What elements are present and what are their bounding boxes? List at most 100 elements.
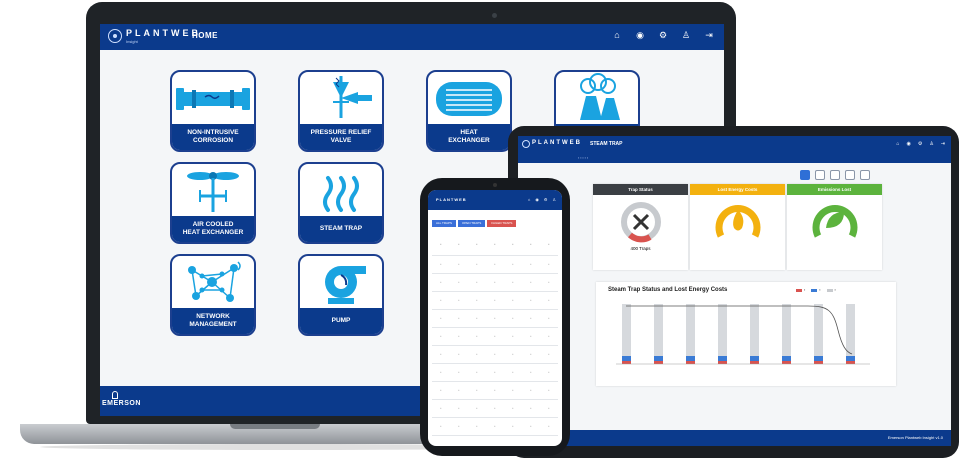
heat-exchanger-icon (436, 82, 502, 116)
chart-legend: ▪ ▪ ▪ (796, 288, 836, 292)
card-title: Lost Energy Costs (690, 184, 785, 195)
card-title: Trap Status (593, 184, 688, 195)
table-header: ▪ ▪ ▪ ▪ ▪ ▪ ▪ (432, 234, 558, 256)
header-icon-bar: ⌂ ◉ ⚙ ♙ ⇥ (612, 30, 714, 40)
lost-energy-card[interactable]: Lost Energy Costs (690, 184, 785, 270)
plantweb-logo-icon[interactable] (522, 140, 530, 148)
calendar-icon[interactable] (830, 170, 840, 180)
globe-icon[interactable]: ◉ (906, 141, 910, 147)
page-title: STEAM TRAP (590, 141, 623, 147)
settings-icon[interactable]: ⚙ (658, 30, 668, 40)
tile-label: NON-INTRUSIVE CORROSION (172, 124, 254, 150)
table-row[interactable]: ▪ ▪ ▪ ▪ ▪ ▪ ▪ (432, 346, 558, 364)
globe-icon[interactable]: ◉ (635, 30, 645, 40)
leaf-gauge-icon (812, 205, 858, 238)
tab-all-traps[interactable]: ALL TRAPS (432, 220, 457, 227)
chart-title: Steam Trap Status and Lost Energy Costs (608, 287, 728, 293)
user-icon[interactable]: ♙ (552, 197, 556, 202)
tile-steam-trap[interactable]: STEAM TRAP (298, 162, 384, 244)
table-row[interactable]: ▪ ▪ ▪ ▪ ▪ ▪ ▪ (432, 310, 558, 328)
brand-name: PLANTWEB (436, 197, 467, 202)
plantweb-logo-icon[interactable] (108, 29, 122, 43)
tile-pump[interactable]: PUMP (298, 254, 384, 336)
legend-item: ▪ (826, 288, 836, 292)
export-icon[interactable] (860, 170, 870, 180)
device-mockup-scene: PLANTWEB Insight HOME ⌂ ◉ ⚙ ♙ ⇥ NON-INTR… (0, 0, 959, 460)
trap-count: 400 Traps (630, 246, 651, 251)
tile-label: NETWORK MANAGEMENT (172, 308, 254, 334)
brand-name: PLANTWEB (532, 140, 582, 146)
table-row[interactable]: ▪ ▪ ▪ ▪ ▪ ▪ ▪ (432, 400, 558, 418)
fan-icon (187, 172, 239, 212)
tile-heat-exchanger[interactable]: HEAT EXCHANGER (426, 70, 512, 152)
tile-label: PUMP (300, 308, 382, 334)
status-cost-chart: Steam Trap Status and Lost Energy Costs … (596, 282, 896, 386)
tab-open-traps[interactable]: OPEN TRAPS (458, 220, 486, 227)
table-row[interactable]: ▪ ▪ ▪ ▪ ▪ ▪ ▪ (432, 256, 558, 274)
settings-icon[interactable]: ⚙ (918, 141, 922, 147)
tablet-subnav: ▪ ▪ ▪ ▪ ▪ (518, 154, 951, 163)
phone-screen: PLANTWEB ⌂ ◉ ⚙ ♙ ALL TRAPS OPEN TRAPS FA… (428, 190, 562, 446)
steam-icon (323, 176, 359, 212)
footer-text: Emerson Plantweb Insight v1.0 (887, 435, 943, 440)
trap-table: ▪ ▪ ▪ ▪ ▪ ▪ ▪ ▪ ▪ ▪ ▪ ▪ ▪ ▪ ▪ ▪ ▪ ▪ ▪ ▪ ▪ ▪ ▪ ▪ ▪ ▪ ▪ ▪ ▪ ▪ ▪ ▪ ▪ ▪ ▪ … (432, 234, 558, 436)
tile-network-management[interactable]: NETWORK MANAGEMENT (170, 254, 256, 336)
table-row[interactable]: ▪ ▪ ▪ ▪ ▪ ▪ ▪ (432, 382, 558, 400)
table-row[interactable]: ▪ ▪ ▪ ▪ ▪ ▪ ▪ (432, 328, 558, 346)
settings-icon[interactable]: ⚙ (544, 197, 548, 202)
tablet-screen: PLANTWEB STEAM TRAP ⌂ ◉ ⚙ ♙ ⇥ ▪ ▪ ▪ ▪ ▪ … (518, 136, 951, 446)
pump-icon (325, 266, 366, 304)
tile-non-intrusive-corrosion[interactable]: NON-INTRUSIVE CORROSION (170, 70, 256, 152)
tile-label: AIR COOLED HEAT EXCHANGER (172, 216, 254, 242)
refresh-icon[interactable] (800, 170, 810, 180)
tile-pressure-relief-valve[interactable]: PRESSURE RELIEF VALVE (298, 70, 384, 152)
emerson-logo-icon (112, 391, 118, 399)
relief-valve-icon (333, 76, 372, 118)
table-row[interactable]: ▪ ▪ ▪ ▪ ▪ ▪ ▪ (432, 292, 558, 310)
trap-filter-tabs: ALL TRAPS OPEN TRAPS FAILED TRAPS (432, 220, 517, 227)
tile-label: PRESSURE RELIEF VALVE (300, 124, 382, 150)
phone-camera (493, 183, 497, 187)
emissions-lost-card[interactable]: Emissions Lost (787, 184, 882, 270)
home-icon[interactable]: ⌂ (528, 197, 530, 202)
network-icon (188, 261, 241, 302)
logout-icon[interactable]: ⇥ (704, 30, 714, 40)
card-title: Emissions Lost (787, 184, 882, 195)
tile-label: STEAM TRAP (300, 216, 382, 242)
tools-gauge-icon (621, 202, 661, 243)
home-icon[interactable]: ⌂ (896, 141, 899, 147)
logout-icon[interactable]: ⇥ (941, 141, 945, 147)
view-toolbar (800, 170, 870, 180)
pipe-icon (176, 88, 250, 110)
calendar-range-icon[interactable] (845, 170, 855, 180)
table-row[interactable]: ▪ ▪ ▪ ▪ ▪ ▪ ▪ (432, 274, 558, 292)
page-title: HOME (192, 31, 218, 40)
globe-icon[interactable]: ◉ (535, 197, 539, 202)
breadcrumb[interactable]: ▪ ▪ ▪ ▪ ▪ (578, 156, 588, 160)
tablet-footer: Emerson Plantweb Insight v1.0 (518, 430, 951, 446)
flame-gauge-icon (715, 205, 761, 238)
tile-air-cooled-heat-exchanger[interactable]: AIR COOLED HEAT EXCHANGER (170, 162, 256, 244)
tile-label: HEAT EXCHANGER (428, 124, 510, 150)
laptop-camera (492, 13, 497, 18)
time-icon[interactable] (815, 170, 825, 180)
brand-name: PLANTWEB (126, 28, 201, 38)
legend-item: ▪ (796, 288, 805, 292)
tablet-header: PLANTWEB STEAM TRAP ⌂ ◉ ⚙ ♙ ⇥ (518, 136, 951, 154)
header-icon-bar: ⌂ ◉ ⚙ ♙ ⇥ (896, 141, 945, 147)
trap-status-card[interactable]: Trap Status 400 Traps (593, 184, 688, 270)
brand-subtitle: Insight (126, 39, 138, 44)
tab-failed-traps[interactable]: FAILED TRAPS (487, 220, 517, 227)
table-row[interactable]: ▪ ▪ ▪ ▪ ▪ ▪ ▪ (432, 364, 558, 382)
laptop-hinge-notch (230, 424, 320, 429)
header-icon-bar: ⌂ ◉ ⚙ ♙ (528, 197, 556, 202)
chart-bars (622, 304, 855, 364)
table-row[interactable]: ▪ ▪ ▪ ▪ ▪ ▪ ▪ (432, 418, 558, 436)
legend-item: ▪ (811, 288, 821, 292)
user-icon[interactable]: ♙ (681, 30, 691, 40)
emerson-brand: EMERSON (102, 400, 141, 407)
user-icon[interactable]: ♙ (929, 141, 933, 147)
home-icon[interactable]: ⌂ (612, 30, 622, 40)
app-header: PLANTWEB Insight HOME ⌂ ◉ ⚙ ♙ ⇥ (100, 24, 724, 50)
chart-plot (616, 304, 870, 365)
